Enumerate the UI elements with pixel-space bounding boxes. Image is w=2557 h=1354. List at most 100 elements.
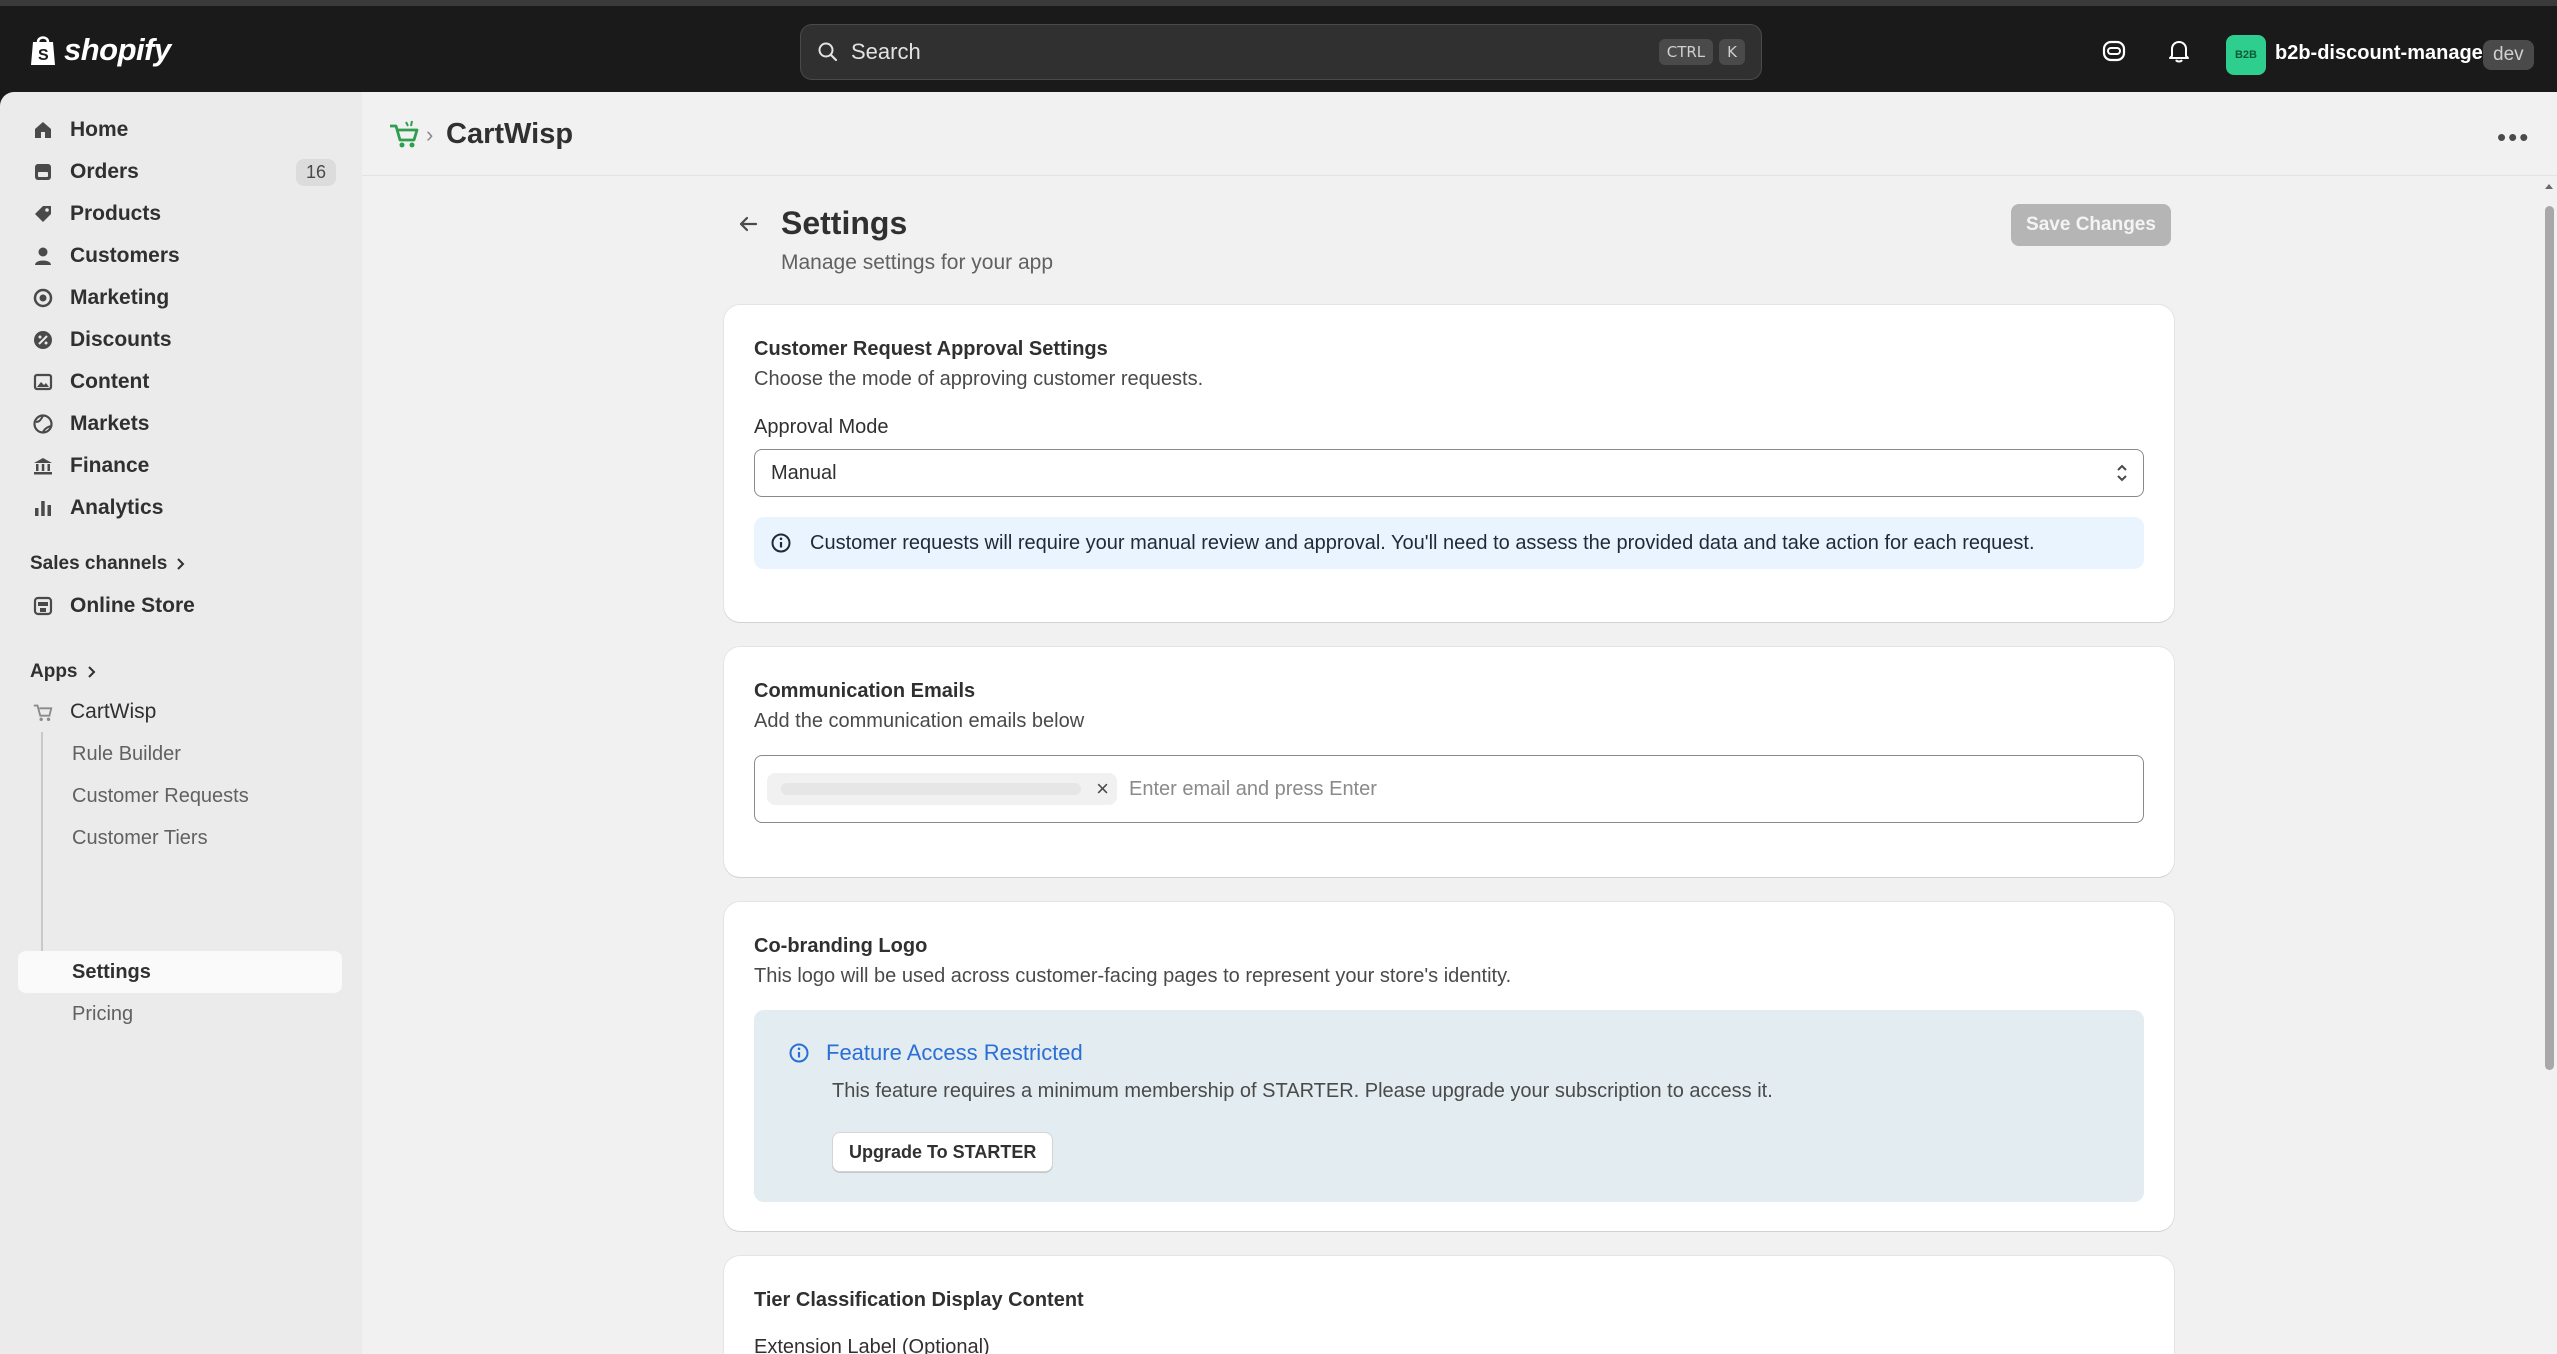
active-item-highlight (18, 951, 342, 993)
app-title: CartWisp (446, 118, 574, 150)
bank-icon (32, 455, 54, 477)
sidebar-item-analytics[interactable]: Analytics (18, 488, 342, 528)
email-chip: × (767, 773, 1117, 805)
shopify-logo[interactable]: S shopify (28, 32, 171, 68)
sidebar-subitem-customer-requests[interactable]: Customer Requests (72, 785, 249, 808)
sidebar-item-cartwisp[interactable]: CartWisp (18, 692, 342, 732)
search-bar[interactable]: Search CTRL K (800, 24, 1762, 80)
sidebar-item-finance[interactable]: Finance (18, 446, 342, 486)
sidekick-icon[interactable] (2101, 38, 2127, 64)
globe-icon (32, 413, 54, 435)
feature-restricted-banner: Feature Access Restricted This feature r… (754, 1010, 2144, 1202)
chevron-right-icon (86, 665, 96, 679)
restricted-text: This feature requires a minimum membersh… (832, 1080, 1773, 1102)
email-input-field[interactable]: × Enter email and press Enter (754, 755, 2144, 823)
restricted-title: Feature Access Restricted (826, 1040, 1083, 1065)
approval-mode-select[interactable]: Manual (754, 449, 2144, 497)
sidebar-item-label: Analytics (70, 496, 164, 519)
sidebar-item-label: Home (70, 118, 129, 141)
card-title: Tier Classification Display Content (754, 1289, 1084, 1311)
card-description: This logo will be used across customer-f… (754, 965, 1512, 987)
sidebar-item-customers[interactable]: Customers (18, 236, 342, 276)
breadcrumb-separator: › (426, 122, 434, 147)
sales-channels-header[interactable]: Sales channels (30, 553, 185, 575)
person-icon (32, 245, 54, 267)
bell-icon[interactable] (2166, 38, 2192, 64)
info-icon (770, 532, 792, 554)
store-icon (32, 595, 54, 617)
communication-emails-card: Communication Emails Add the communicati… (724, 647, 2174, 877)
discount-icon (32, 329, 54, 351)
approval-settings-card: Customer Request Approval Settings Choos… (724, 305, 2174, 622)
card-title: Communication Emails (754, 680, 976, 702)
sidebar-item-label: Discounts (70, 328, 172, 351)
search-label: Search (851, 39, 921, 64)
top-bar: S shopify Search CTRL K B2B b2b-discount… (0, 0, 2557, 92)
sidebar-item-marketing[interactable]: Marketing (18, 278, 342, 318)
bar-chart-icon (32, 497, 54, 519)
store-avatar[interactable]: B2B (2226, 35, 2266, 75)
target-icon (32, 287, 54, 309)
save-changes-button[interactable]: Save Changes (2011, 204, 2171, 246)
sidebar-item-label: Orders (70, 160, 139, 183)
approval-mode-label: Approval Mode (754, 416, 889, 438)
sidebar-subitem-settings[interactable]: Settings (72, 961, 151, 984)
tag-icon (32, 203, 54, 225)
orders-icon (32, 161, 54, 183)
svg-text:S: S (38, 47, 49, 64)
page-subtitle: Manage settings for your app (781, 251, 1053, 274)
sidebar-item-label: Online Store (70, 594, 195, 617)
shopify-bag-icon: S (28, 33, 58, 67)
sidebar-item-label: Markets (70, 412, 150, 435)
sidebar-item-content[interactable]: Content (18, 362, 342, 402)
more-actions-icon[interactable]: ••• (2497, 122, 2530, 153)
approval-info-text: Customer requests will require your manu… (810, 531, 2035, 554)
apps-header[interactable]: Apps (30, 661, 96, 683)
card-description: Add the communication emails below (754, 710, 1085, 732)
cartwisp-cart-icon (32, 701, 54, 723)
card-title: Customer Request Approval Settings (754, 338, 1108, 360)
sidebar-item-label: CartWisp (70, 700, 157, 723)
sidebar-subitem-pricing[interactable]: Pricing (72, 1003, 133, 1026)
page-scrollbar[interactable] (2541, 176, 2557, 1354)
page-title: Settings (781, 205, 908, 241)
sidebar-item-markets[interactable]: Markets (18, 404, 342, 444)
info-icon (788, 1042, 810, 1064)
card-description: Choose the mode of approving customer re… (754, 368, 1204, 390)
approval-info-banner: Customer requests will require your manu… (754, 517, 2144, 569)
sidebar-subitem-rule-builder[interactable]: Rule Builder (72, 743, 181, 766)
sidebar-item-label: Content (70, 370, 150, 393)
card-title: Co-branding Logo (754, 935, 928, 957)
sidebar-item-products[interactable]: Products (18, 194, 342, 234)
sidebar-item-home[interactable]: Home (18, 110, 342, 150)
cartwisp-logo-icon (388, 120, 420, 150)
sidebar-item-label: Products (70, 202, 162, 225)
image-icon (32, 371, 54, 393)
email-placeholder: Enter email and press Enter (1129, 777, 1377, 800)
upgrade-button[interactable]: Upgrade To STARTER (832, 1132, 1054, 1172)
home-icon (32, 119, 54, 141)
sidebar: Home Orders 16 Products Customers Market… (0, 92, 362, 1354)
back-arrow-icon[interactable] (736, 212, 760, 236)
shortcut-key-k: K (1719, 39, 1745, 65)
sidebar-item-label: Customers (70, 244, 180, 267)
tree-line (41, 732, 43, 972)
cobranding-logo-card: Co-branding Logo This logo will be used … (724, 902, 2174, 1231)
chevron-right-icon (175, 557, 185, 571)
env-badge: dev (2483, 40, 2534, 70)
approval-mode-value: Manual (771, 461, 837, 484)
sidebar-item-label: Finance (70, 454, 150, 477)
sidebar-item-orders[interactable]: Orders 16 (18, 152, 342, 192)
scroll-up-arrow-icon[interactable] (2544, 182, 2554, 190)
brand-name: shopify (64, 32, 171, 67)
shortcut-key-ctrl: CTRL (1658, 39, 1714, 65)
extension-label-field-label: Extension Label (Optional) (754, 1336, 990, 1354)
remove-email-icon[interactable]: × (1096, 778, 1109, 800)
apps-label: Apps (30, 661, 78, 682)
store-name[interactable]: b2b-discount-manager (2275, 42, 2491, 65)
scroll-thumb[interactable] (2545, 206, 2554, 1070)
sidebar-subitem-customer-tiers[interactable]: Customer Tiers (72, 827, 208, 850)
sales-channels-label: Sales channels (30, 553, 168, 574)
sidebar-item-online-store[interactable]: Online Store (18, 586, 342, 626)
sidebar-item-discounts[interactable]: Discounts (18, 320, 342, 360)
